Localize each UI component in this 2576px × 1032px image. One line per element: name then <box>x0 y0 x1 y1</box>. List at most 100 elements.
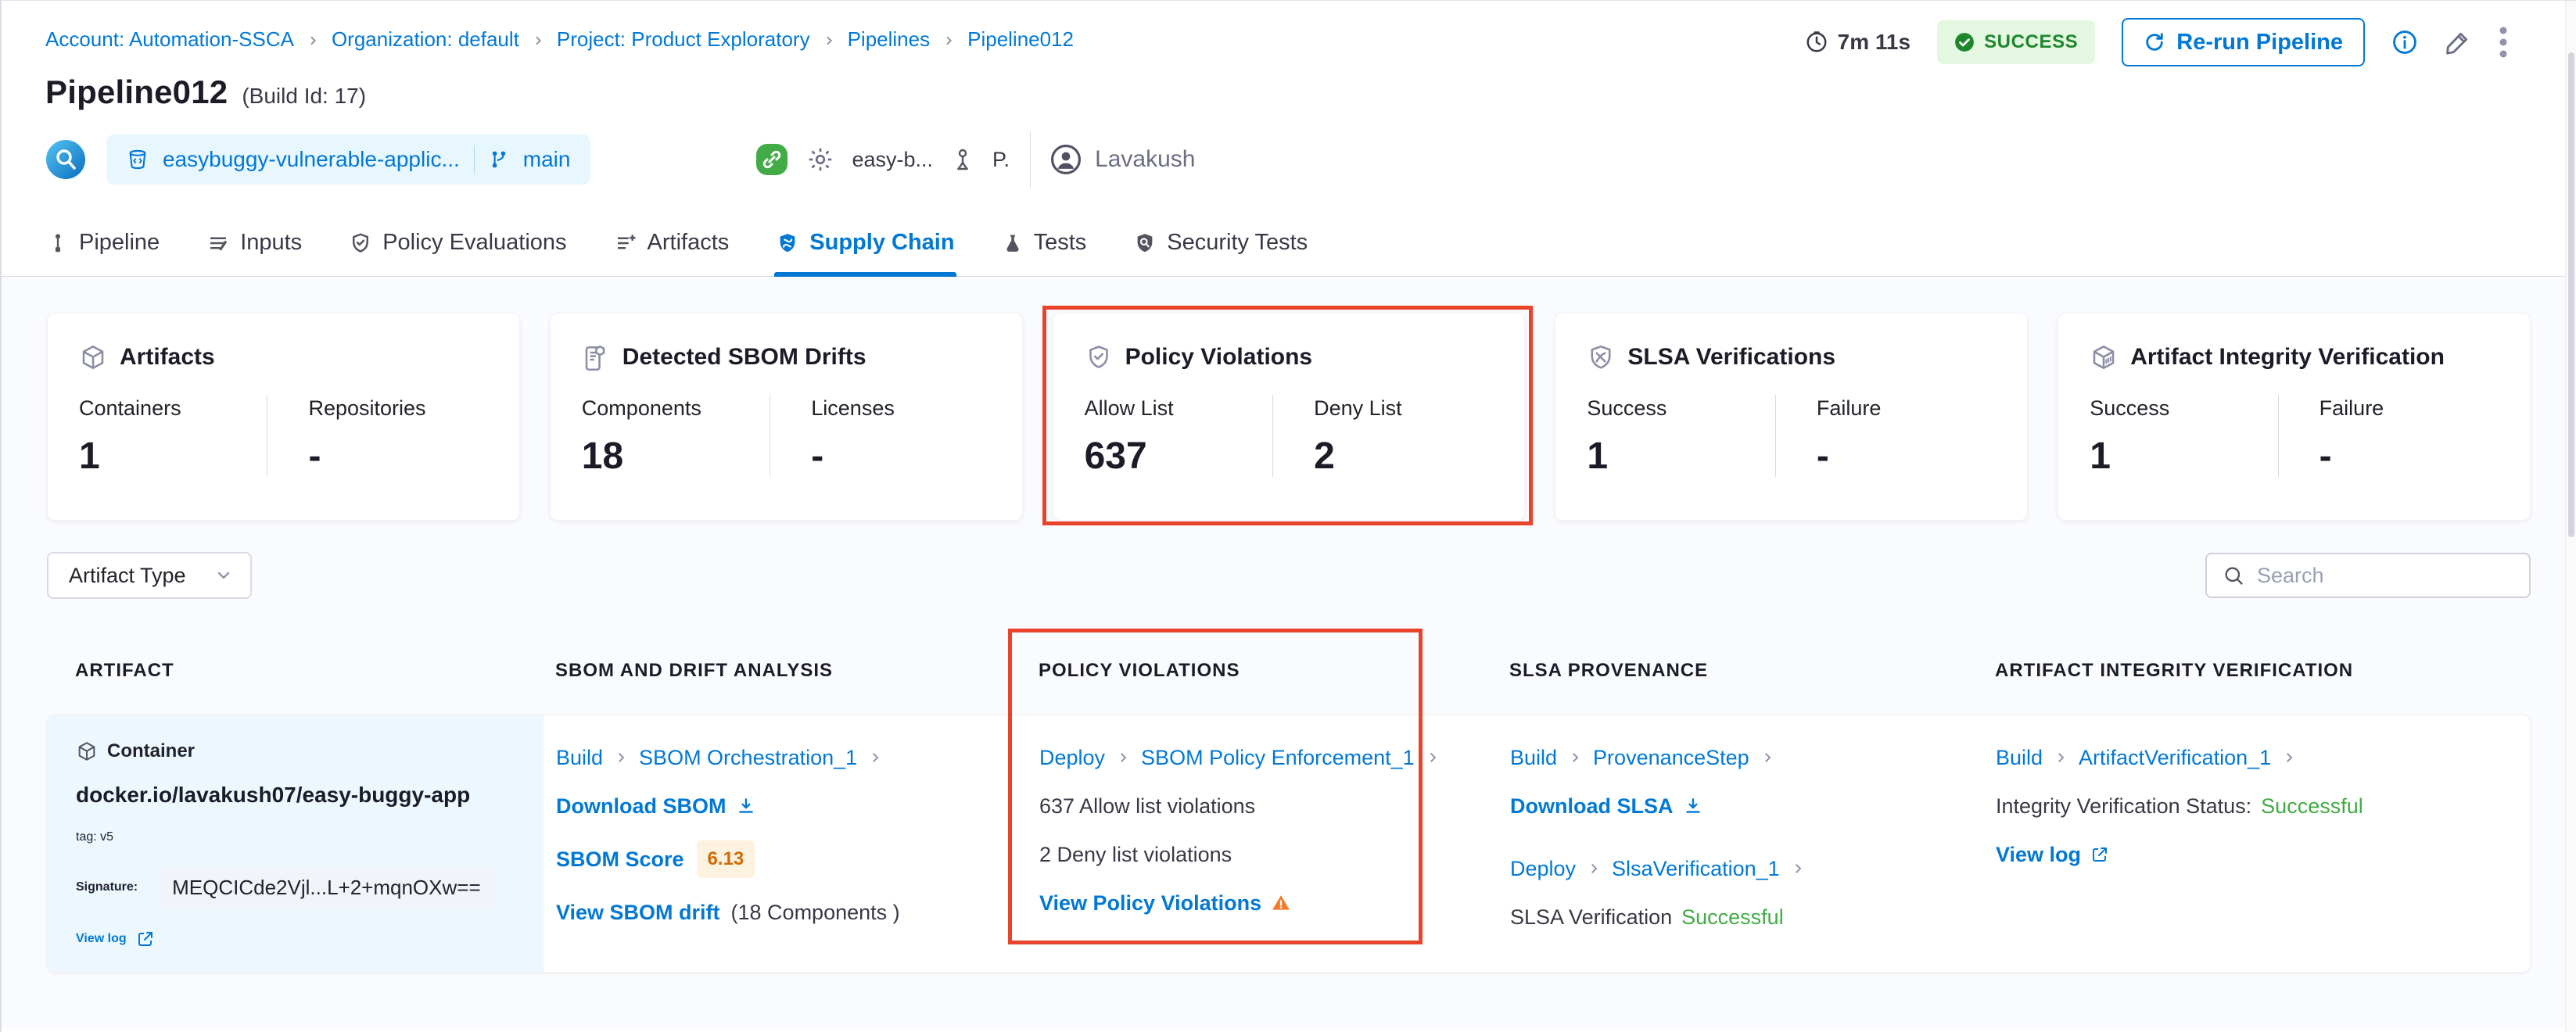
supply-chain-shield-icon <box>776 231 799 255</box>
branch-name[interactable]: main <box>523 147 571 172</box>
card-policy-violations: Policy Violations Allow List 637 Deny Li… <box>1053 313 1526 521</box>
stage-link-deploy[interactable]: Deploy <box>1510 855 1576 883</box>
cube-icon <box>79 343 107 371</box>
tab-bar: Pipeline Inputs Policy Evaluations Artif… <box>2 208 2576 277</box>
supply-chain-panel: Artifacts Containers 1 Repositories - <box>2 277 2576 1029</box>
rerun-pipeline-button[interactable]: Re-run Pipeline <box>2122 18 2365 66</box>
download-icon <box>1683 796 1703 816</box>
tab-supply-chain[interactable]: Supply Chain <box>774 208 956 276</box>
divider <box>1030 131 1031 188</box>
trigger-icon <box>45 139 86 180</box>
signature-value: MEQCICde2Vjl...L+2+mqnOXw== <box>158 867 495 908</box>
step-link-provenance-step[interactable]: ProvenanceStep <box>1593 744 1749 772</box>
artifacts-list-icon <box>614 231 637 255</box>
build-id: (Build Id: 17) <box>242 84 366 109</box>
tab-tests[interactable]: Tests <box>1000 208 1089 276</box>
info-icon[interactable] <box>2391 29 2418 56</box>
stat-allow-list: Allow List 637 <box>1085 395 1272 477</box>
kebab-menu-icon[interactable] <box>2498 26 2509 59</box>
sbom-score-link[interactable]: SBOM Score <box>556 845 684 873</box>
stat-licenses: Licenses - <box>770 395 990 477</box>
header-actions: 7m 11s SUCCESS Re-run Pipeline <box>1805 18 2509 66</box>
slsa-shield-icon <box>1587 343 1615 371</box>
view-log-link[interactable]: View log <box>76 925 155 953</box>
view-policy-violations-link[interactable]: View Policy Violations <box>1039 889 1291 917</box>
pill-divider <box>474 145 475 174</box>
view-log-link[interactable]: View log <box>1996 840 2109 869</box>
stat-slsa-success: Success 1 <box>1587 395 1774 477</box>
breadcrumb-pipelines[interactable]: Pipelines <box>848 27 931 52</box>
artifact-tag: tag: v5 <box>76 823 520 851</box>
repository-icon <box>127 149 149 170</box>
view-sbom-drift-link[interactable]: View SBOM drift <box>556 898 720 926</box>
delegate-icon <box>950 147 975 172</box>
pipeline-duration: 7m 11s <box>1805 30 1910 55</box>
stage-link-build[interactable]: Build <box>556 744 603 772</box>
table-row: Container docker.io/lavakush07/easy-bugg… <box>47 715 2531 973</box>
column-header-integrity: ARTIFACT INTEGRITY VERIFICATION <box>1995 625 2531 715</box>
artifact-type-dropdown[interactable]: Artifact Type <box>47 552 252 599</box>
integrity-status-value: Successful <box>2261 792 2363 820</box>
stage-link-build[interactable]: Build <box>1510 744 1557 772</box>
chevron-right-icon <box>1426 751 1440 765</box>
tab-security-tests[interactable]: Security Tests <box>1132 208 1309 276</box>
artifact-type-label: Container <box>107 737 195 765</box>
external-link-icon <box>136 930 155 948</box>
cube-barcode-icon <box>2090 343 2118 371</box>
tab-pipeline[interactable]: Pipeline <box>45 208 161 276</box>
warning-triangle-icon <box>1271 893 1291 913</box>
artifact-image-name: docker.io/lavakush07/easy-buggy-app <box>76 783 520 808</box>
summary-cards: Artifacts Containers 1 Repositories - <box>47 313 2531 521</box>
breadcrumb-organization[interactable]: Organization: default <box>332 27 519 52</box>
table-header-row: ARTIFACT SBOM AND DRIFT ANALYSIS POLICY … <box>47 625 2531 715</box>
search-input[interactable] <box>2257 564 2534 588</box>
external-link-icon <box>2090 845 2109 864</box>
stat-repositories: Repositories - <box>267 395 487 477</box>
scrollbar-thumb[interactable] <box>2568 52 2574 537</box>
trigger-abbrev: P. <box>992 148 1010 172</box>
signature-label: Signature: <box>76 873 138 901</box>
search-icon <box>2223 564 2244 586</box>
stat-deny-list: Deny List 2 <box>1272 395 1493 477</box>
download-sbom-link[interactable]: Download SBOM <box>556 792 756 820</box>
tab-inputs[interactable]: Inputs <box>205 208 303 276</box>
chevron-down-icon <box>214 566 233 585</box>
stage-link-deploy[interactable]: Deploy <box>1039 744 1105 772</box>
step-link-sbom-orchestration[interactable]: SBOM Orchestration_1 <box>639 744 857 772</box>
user-name: Lavakush <box>1095 146 1195 173</box>
column-header-policy-violations: POLICY VIOLATIONS <box>1039 625 1509 715</box>
integrity-status-label: Integrity Verification Status: <box>1996 792 2251 820</box>
chevron-right-icon <box>1791 862 1805 876</box>
chevron-right-icon <box>532 34 544 47</box>
step-link-slsa-verification[interactable]: SlsaVerification_1 <box>1612 855 1780 883</box>
gear-icon <box>806 145 834 174</box>
slsa-verification-status: Successful <box>1681 903 1784 931</box>
refresh-icon <box>2144 31 2165 53</box>
column-header-slsa-provenance: SLSA PROVENANCE <box>1509 625 1995 715</box>
scrollbar[interactable] <box>2565 1 2576 1032</box>
codebase-status-icon <box>755 142 789 177</box>
filter-bar: Artifact Type <box>47 552 2531 599</box>
clock-icon <box>1805 30 1828 54</box>
repo-name[interactable]: easybuggy-vulnerable-applic... <box>163 147 460 172</box>
step-link-sbom-policy-enforcement[interactable]: SBOM Policy Enforcement_1 <box>1141 744 1415 772</box>
tab-artifacts[interactable]: Artifacts <box>612 208 731 276</box>
artifacts-table: ARTIFACT SBOM AND DRIFT ANALYSIS POLICY … <box>47 625 2531 973</box>
breadcrumb-project[interactable]: Project: Product Exploratory <box>557 27 810 52</box>
breadcrumb-account[interactable]: Account: Automation-SSCA <box>45 27 294 52</box>
download-slsa-link[interactable]: Download SLSA <box>1510 792 1703 820</box>
stage-link-build[interactable]: Build <box>1996 744 2043 772</box>
inputs-icon <box>206 231 230 255</box>
step-link-artifact-verification[interactable]: ArtifactVerification_1 <box>2079 744 2271 772</box>
column-header-artifact: ARTIFACT <box>47 625 555 715</box>
tab-policy-evaluations[interactable]: Policy Evaluations <box>347 208 568 276</box>
allow-list-violations: 637 Allow list violations <box>1039 792 1487 820</box>
user-avatar-icon <box>1051 145 1081 174</box>
chevron-right-icon <box>1116 751 1130 765</box>
chevron-right-icon <box>823 34 835 47</box>
breadcrumb-current-pipeline[interactable]: Pipeline012 <box>967 27 1074 52</box>
card-slsa-verifications: SLSA Verifications Success 1 Failure - <box>1555 313 2028 521</box>
edit-pencil-icon[interactable] <box>2445 29 2471 56</box>
container-cube-icon <box>76 740 98 762</box>
repo-branch-pill[interactable]: easybuggy-vulnerable-applic... main <box>106 134 590 185</box>
